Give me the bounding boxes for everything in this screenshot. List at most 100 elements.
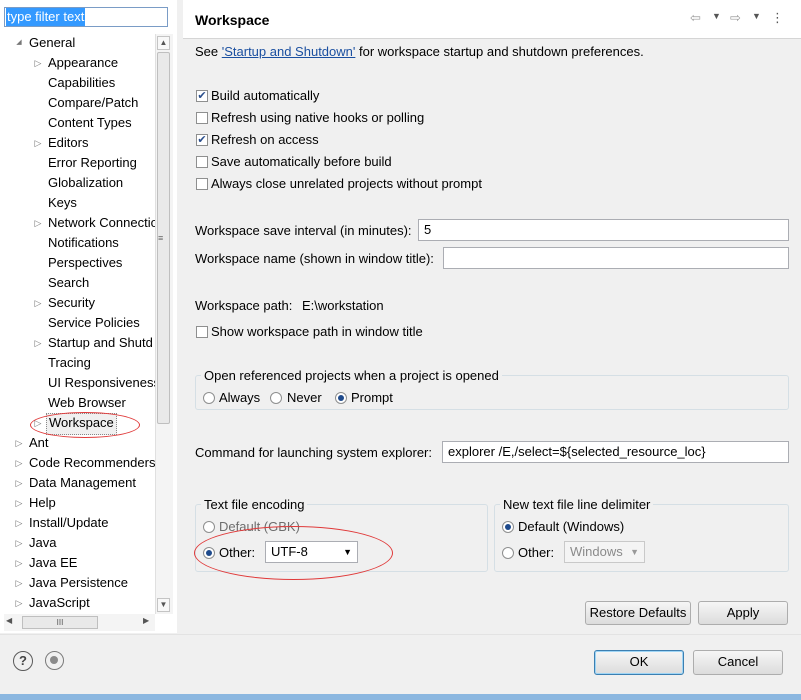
tree-item-search[interactable]: Search <box>48 273 89 293</box>
apply-button[interactable]: Apply <box>698 601 788 625</box>
tree-expand-icon[interactable]: ▷ <box>14 553 24 573</box>
page-header <box>183 0 801 39</box>
tree-collapse-icon[interactable]: ◢ <box>14 33 24 53</box>
show-path-label: Show workspace path in window title <box>211 324 423 339</box>
workspace-path-value: E:\workstation <box>302 298 384 313</box>
tree-expand-icon[interactable]: ▷ <box>14 473 24 493</box>
tree-item-tracing[interactable]: Tracing <box>48 353 91 373</box>
tree-item-globalization[interactable]: Globalization <box>48 173 123 193</box>
line-delimiter-legend: New text file line delimiter <box>500 497 654 513</box>
checkbox-build-automatically[interactable]: ✔ <box>196 90 208 102</box>
tree-item-ui-responsiveness[interactable]: UI Responsiveness <box>48 373 155 393</box>
tree-item-javascript[interactable]: JavaScript <box>29 593 90 613</box>
workspace-name-label: Workspace name (shown in window title): <box>195 251 434 266</box>
open-referenced-legend: Open referenced projects when a project … <box>201 368 502 384</box>
show-path-checkbox[interactable] <box>196 326 208 338</box>
tree-item-perspectives[interactable]: Perspectives <box>48 253 122 273</box>
tree-item-compare-patch[interactable]: Compare/Patch <box>48 93 138 113</box>
tree-item-service-policies[interactable]: Service Policies <box>48 313 140 333</box>
tree-item-ant[interactable]: Ant <box>29 433 49 453</box>
tree-expand-icon[interactable]: ▷ <box>14 593 24 613</box>
filter-input[interactable]: type filter text <box>4 7 168 27</box>
tree-item-security[interactable]: Security <box>48 293 95 313</box>
tree-expand-icon[interactable]: ▷ <box>33 293 43 313</box>
tree-item-appearance[interactable]: Appearance <box>48 53 118 73</box>
dialog-separator <box>0 634 801 635</box>
scroll-up-icon[interactable]: ▲ <box>157 36 170 50</box>
tree-expand-icon[interactable]: ▷ <box>14 433 24 453</box>
tree-item-help[interactable]: Help <box>29 493 56 513</box>
tree-item-content-types[interactable]: Content Types <box>48 113 132 133</box>
tree-expand-icon[interactable]: ▷ <box>14 533 24 553</box>
tree-item-web-browser[interactable]: Web Browser <box>48 393 126 413</box>
open-ref-never-radio[interactable] <box>270 392 282 404</box>
explorer-command-label: Command for launching system explorer: <box>195 445 432 460</box>
tree-expand-icon[interactable]: ▷ <box>33 333 43 353</box>
restore-defaults-button[interactable]: Restore Defaults <box>585 601 691 625</box>
view-menu-icon[interactable]: ⋮ <box>771 10 784 26</box>
delimiter-default-radio[interactable] <box>502 521 514 533</box>
forward-arrow-icon[interactable]: ⇨ <box>730 10 741 26</box>
checkbox-label: Build automatically <box>211 88 320 103</box>
tree-item-code-recommenders[interactable]: Code Recommenders <box>29 453 155 473</box>
checkbox-refresh-on-access[interactable]: ✔ <box>196 134 208 146</box>
save-interval-label: Workspace save interval (in minutes): <box>195 223 412 238</box>
tree-item-notifications[interactable]: Notifications <box>48 233 119 253</box>
forward-menu-chevron-icon[interactable]: ▼ <box>752 11 761 21</box>
tree-item-java[interactable]: Java <box>29 533 56 553</box>
tree-item-editors[interactable]: Editors <box>48 133 88 153</box>
tree-expand-icon[interactable]: ▷ <box>33 213 43 233</box>
intro-text: See 'Startup and Shutdown' for workspace… <box>195 44 644 59</box>
open-ref-prompt-radio[interactable] <box>335 392 347 404</box>
tree-item-startup-and-shutd[interactable]: Startup and Shutd <box>48 333 153 353</box>
tree-item-error-reporting[interactable]: Error Reporting <box>48 153 137 173</box>
tree-hscroll-thumb[interactable]: III <box>22 616 98 629</box>
encoding-default-radio[interactable] <box>203 521 215 533</box>
scroll-right-icon[interactable]: ▶ <box>143 616 149 625</box>
checkbox-label: Refresh on access <box>211 132 319 147</box>
tree-item-capabilities[interactable]: Capabilities <box>48 73 115 93</box>
tree-expand-icon[interactable]: ▷ <box>14 513 24 533</box>
checkbox-refresh-using-native-hooks-or-polling[interactable] <box>196 112 208 124</box>
delimiter-other-radio[interactable] <box>502 547 514 559</box>
tree-expand-icon[interactable]: ▷ <box>14 573 24 593</box>
workspace-name-input[interactable] <box>443 247 789 269</box>
checkbox-always-close-unrelated-projects-without-prompt[interactable] <box>196 178 208 190</box>
grip-icon: ≡ <box>158 233 164 243</box>
tree-item-general[interactable]: General <box>29 33 75 53</box>
open-ref-always-radio[interactable] <box>203 392 215 404</box>
tree-expand-icon[interactable]: ▷ <box>33 133 43 153</box>
tree-item-data-management[interactable]: Data Management <box>29 473 136 493</box>
save-interval-input[interactable]: 5 <box>418 219 789 241</box>
back-menu-chevron-icon[interactable]: ▼ <box>712 11 721 21</box>
window-bottom-border <box>0 694 801 700</box>
tree-item-java-ee[interactable]: Java EE <box>29 553 77 573</box>
tree-expand-icon[interactable]: ▷ <box>33 53 43 73</box>
scroll-left-icon[interactable]: ◀ <box>6 616 12 625</box>
tree-expand-icon[interactable]: ▷ <box>14 453 24 473</box>
help-icon[interactable]: ? <box>13 651 33 671</box>
tree-item-install-update[interactable]: Install/Update <box>29 513 109 533</box>
ok-button[interactable]: OK <box>594 650 684 675</box>
startup-shutdown-link[interactable]: 'Startup and Shutdown' <box>222 44 356 59</box>
chevron-down-icon: ▼ <box>630 547 639 557</box>
tree-item-network-connectio[interactable]: Network Connectio <box>48 213 155 233</box>
annotation-ellipse-encoding <box>194 526 393 580</box>
checkbox-label: Save automatically before build <box>211 154 392 169</box>
import-export-icon[interactable] <box>45 651 64 670</box>
annotation-ellipse-workspace <box>30 412 140 438</box>
checkbox-label: Refresh using native hooks or polling <box>211 110 425 125</box>
checkbox-label: Always close unrelated projects without … <box>211 176 482 191</box>
tree-item-keys[interactable]: Keys <box>48 193 77 213</box>
explorer-command-input[interactable]: explorer /E,/select=${selected_resource_… <box>442 441 789 463</box>
scroll-down-icon[interactable]: ▼ <box>157 598 170 612</box>
open-ref-always-label: Always <box>219 390 261 405</box>
checkbox-save-automatically-before-build[interactable] <box>196 156 208 168</box>
cancel-button[interactable]: Cancel <box>693 650 783 675</box>
delimiter-other-label: Other: <box>518 545 555 560</box>
delimiter-select[interactable]: Windows ▼ <box>564 541 645 563</box>
tree-expand-icon[interactable]: ▷ <box>14 493 24 513</box>
back-arrow-icon[interactable]: ⇦ <box>690 10 701 26</box>
tree-item-java-persistence[interactable]: Java Persistence <box>29 573 128 593</box>
workspace-path-label: Workspace path: <box>195 298 293 313</box>
